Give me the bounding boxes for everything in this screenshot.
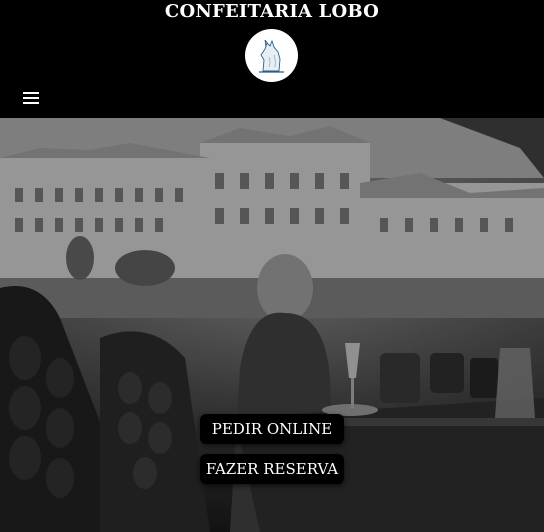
site-header: CONFEITARIA LOBO — [0, 0, 544, 118]
order-online-button[interactable]: PEDIR ONLINE — [200, 414, 344, 444]
hamburger-menu-icon[interactable] — [21, 88, 43, 106]
hero-banner: PEDIR ONLINE FAZER RESERVA — [0, 118, 544, 532]
brand-name[interactable]: CONFEITARIA LOBO — [0, 1, 544, 22]
make-reservation-button[interactable]: FAZER RESERVA — [200, 454, 344, 484]
wolf-logo-icon[interactable] — [245, 29, 298, 82]
